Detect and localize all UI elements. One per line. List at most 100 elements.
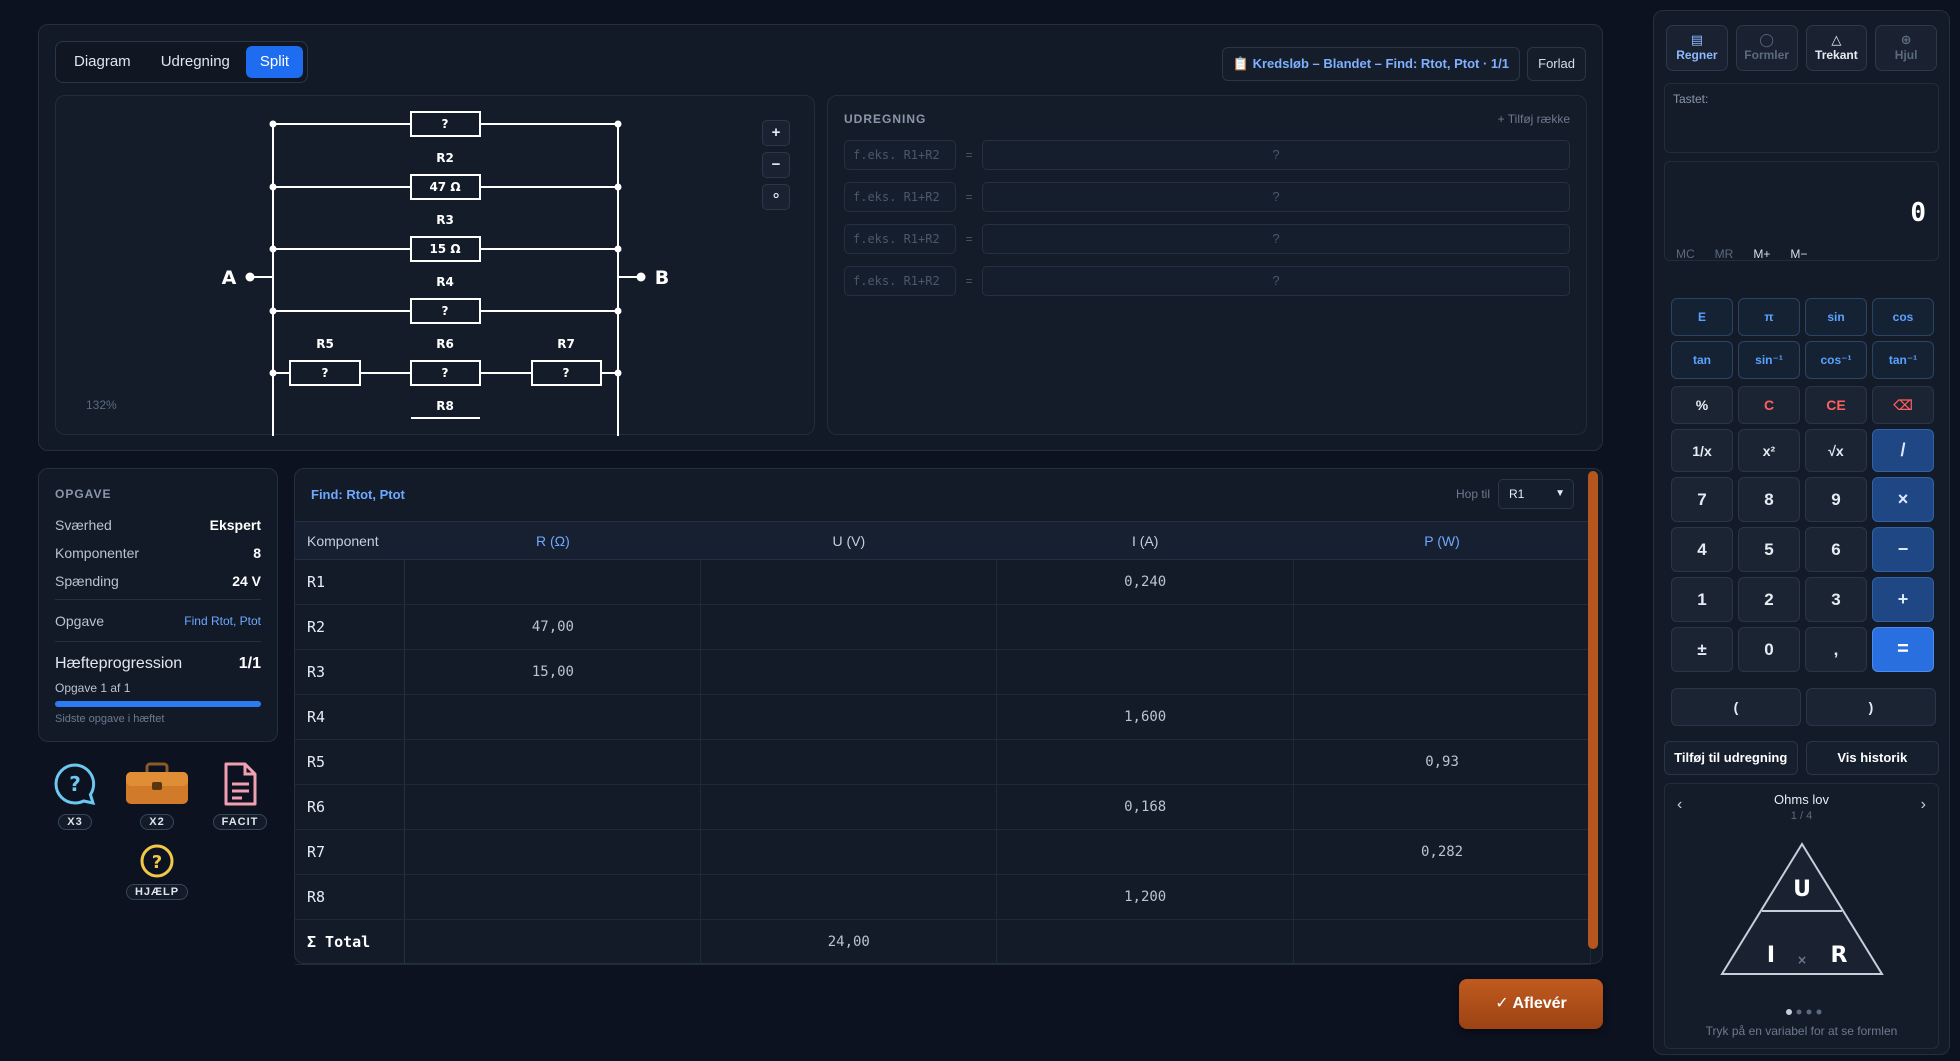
calc-key[interactable]: 6	[1805, 527, 1867, 572]
function-key[interactable]: cos	[1872, 298, 1934, 336]
value-cell[interactable]	[996, 919, 1295, 965]
equals-key[interactable]: =	[1872, 627, 1934, 672]
expression-input[interactable]: f.eks. R1+R2	[844, 140, 956, 170]
value-cell[interactable]	[1293, 874, 1591, 920]
calc-key[interactable]: −	[1872, 527, 1934, 572]
calc-key[interactable]: 8	[1738, 477, 1800, 522]
tab-regner[interactable]: ▤ Regner	[1666, 25, 1728, 71]
value-cell[interactable]	[700, 874, 998, 920]
value-cell[interactable]	[700, 739, 998, 785]
calc-key[interactable]: 2	[1738, 577, 1800, 622]
add-to-calculation-button[interactable]: Tilføj til udregning	[1664, 741, 1798, 775]
hjaelp-tool[interactable]: ? HJÆLP	[122, 840, 192, 900]
memory-recall-button[interactable]: MR	[1715, 247, 1734, 261]
value-cell[interactable]	[996, 649, 1295, 695]
value-cell[interactable]: 0,282	[1293, 829, 1591, 875]
memory-clear-button[interactable]: MC	[1676, 247, 1695, 261]
zoom-out-button[interactable]: −	[762, 152, 790, 178]
function-key[interactable]: π	[1738, 298, 1800, 336]
value-cell[interactable]	[404, 694, 702, 740]
submit-button[interactable]: ✓ Aflevér	[1459, 979, 1603, 1029]
tab-formler[interactable]: ◯ Formler	[1735, 25, 1798, 71]
calc-key[interactable]: √x	[1805, 429, 1867, 472]
add-row-button[interactable]: + Tilføj række	[1498, 112, 1570, 126]
expression-input[interactable]: f.eks. R1+R2	[844, 224, 956, 254]
value-cell[interactable]: 1,600	[996, 694, 1295, 740]
zoom-in-button[interactable]: +	[762, 120, 790, 146]
hop-to-select[interactable]: R1 ▼	[1498, 479, 1574, 509]
calc-key[interactable]: C	[1738, 386, 1800, 424]
value-cell[interactable]: 0,168	[996, 784, 1295, 830]
function-key[interactable]: cos⁻¹	[1805, 341, 1867, 379]
resistor-r6-value[interactable]: ?	[442, 366, 449, 380]
ohms-u[interactable]: U	[1793, 877, 1811, 902]
value-cell[interactable]	[700, 559, 998, 605]
value-cell[interactable]: 0,240	[996, 559, 1295, 605]
backspace-icon[interactable]: ⌫	[1872, 386, 1934, 424]
close-paren-key[interactable]: )	[1806, 688, 1936, 726]
ohms-r[interactable]: R	[1831, 943, 1848, 968]
calc-key[interactable]: 9	[1805, 477, 1867, 522]
calc-key[interactable]: ,	[1805, 627, 1867, 672]
zoom-reset-button[interactable]: ⚬	[762, 184, 790, 210]
expression-input[interactable]: f.eks. R1+R2	[844, 182, 956, 212]
calc-key[interactable]: ±	[1671, 627, 1733, 672]
value-cell[interactable]: 47,00	[404, 604, 702, 650]
value-cell[interactable]	[404, 919, 702, 965]
facit-tool[interactable]: FACIT	[205, 756, 275, 830]
value-cell[interactable]	[1293, 784, 1591, 830]
calc-key[interactable]: 7	[1671, 477, 1733, 522]
calc-key[interactable]: %	[1671, 386, 1733, 424]
value-cell[interactable]: 0,93	[1293, 739, 1591, 785]
calc-key[interactable]: x²	[1738, 429, 1800, 472]
calc-key[interactable]: 4	[1671, 527, 1733, 572]
value-cell[interactable]	[996, 829, 1295, 875]
value-cell[interactable]	[1293, 604, 1591, 650]
leave-button[interactable]: Forlad	[1527, 47, 1586, 81]
toolbox-tool[interactable]: X2	[122, 756, 192, 830]
value-cell[interactable]	[700, 649, 998, 695]
value-cell[interactable]	[996, 604, 1295, 650]
value-cell[interactable]	[1293, 559, 1591, 605]
value-cell[interactable]	[996, 739, 1295, 785]
value-cell[interactable]	[1293, 919, 1591, 965]
resistor-r4-value[interactable]: ?	[442, 304, 449, 318]
calc-key[interactable]: /	[1872, 429, 1934, 472]
value-cell[interactable]	[700, 784, 998, 830]
calc-key[interactable]: CE	[1805, 386, 1867, 424]
calc-key[interactable]: 0	[1738, 627, 1800, 672]
help-chat-tool[interactable]: ? X3	[40, 756, 110, 830]
function-key[interactable]: tan	[1671, 341, 1733, 379]
memory-add-button[interactable]: M+	[1753, 247, 1770, 261]
value-cell[interactable]	[404, 784, 702, 830]
value-cell[interactable]	[404, 829, 702, 875]
resistor-r7-value[interactable]: ?	[563, 366, 570, 380]
value-cell[interactable]	[404, 559, 702, 605]
tab-hjul[interactable]: ⊕ Hjul	[1875, 25, 1937, 71]
resistor-r5-value[interactable]: ?	[322, 366, 329, 380]
calc-key[interactable]: 3	[1805, 577, 1867, 622]
circuit-diagram[interactable]: ? R2 47 Ω R3 15 Ω R4 ? R5 ? R6 ? R7 ? R8…	[55, 95, 815, 436]
value-cell[interactable]	[1293, 694, 1591, 740]
value-cell[interactable]	[404, 874, 702, 920]
calc-key[interactable]: 1/x	[1671, 429, 1733, 472]
value-cell[interactable]	[404, 739, 702, 785]
open-paren-key[interactable]: (	[1671, 688, 1801, 726]
value-cell[interactable]	[700, 694, 998, 740]
tab-trekant[interactable]: △ Trekant	[1805, 25, 1868, 71]
value-cell[interactable]: 24,00	[700, 919, 998, 965]
value-cell[interactable]	[700, 604, 998, 650]
resistor-top-value[interactable]: ?	[442, 117, 449, 131]
calc-key[interactable]: 1	[1671, 577, 1733, 622]
tab-udregning[interactable]: Udregning	[147, 46, 244, 78]
tab-split[interactable]: Split	[245, 46, 304, 78]
function-key[interactable]: sin⁻¹	[1738, 341, 1800, 379]
value-cell[interactable]: 15,00	[404, 649, 702, 695]
function-key[interactable]: sin	[1805, 298, 1867, 336]
function-key[interactable]: tan⁻¹	[1872, 341, 1934, 379]
calc-key[interactable]: ×	[1872, 477, 1934, 522]
value-cell[interactable]: 1,200	[996, 874, 1295, 920]
scrollbar[interactable]	[1588, 471, 1598, 949]
expression-input[interactable]: f.eks. R1+R2	[844, 266, 956, 296]
tab-diagram[interactable]: Diagram	[60, 46, 145, 78]
